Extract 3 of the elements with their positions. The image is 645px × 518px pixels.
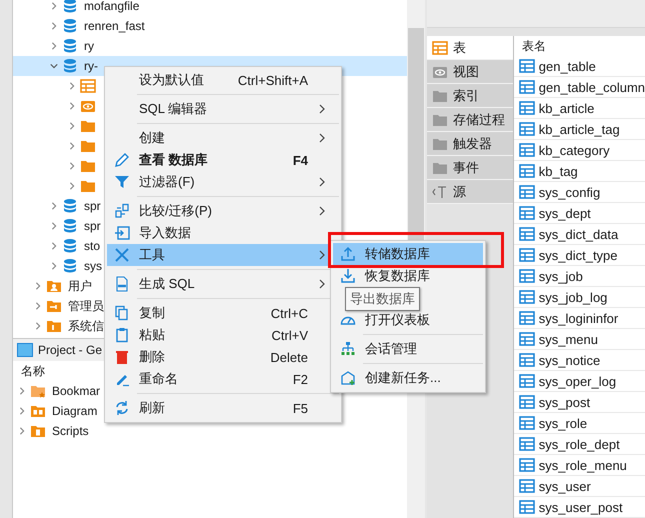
column-header: 名称 (21, 362, 45, 380)
tooltip: 导出数据库 (345, 287, 420, 311)
column-header: 表名 (522, 38, 546, 54)
